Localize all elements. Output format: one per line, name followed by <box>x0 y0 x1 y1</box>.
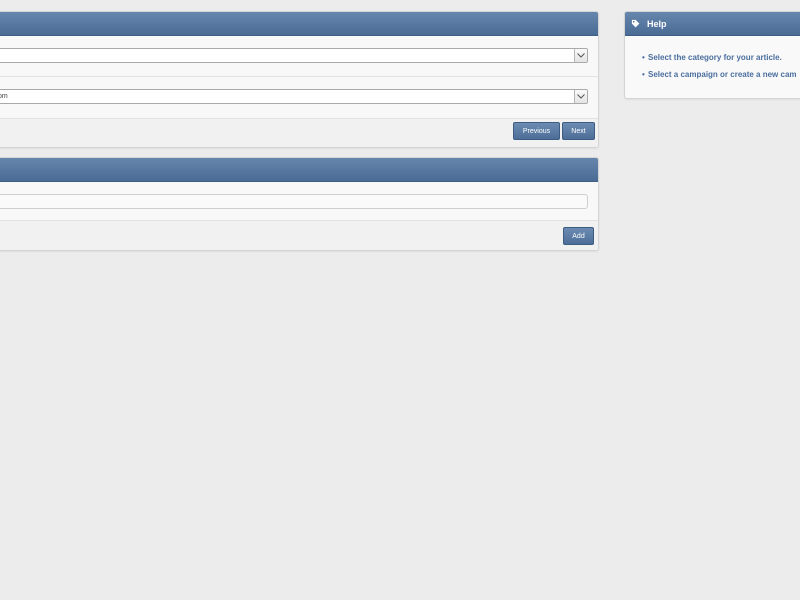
campaign-select[interactable]: om <box>0 89 588 104</box>
help-item-text: Select a campaign or create a new cam <box>648 70 797 79</box>
add-input-row <box>0 182 598 221</box>
help-title: Help <box>647 18 667 29</box>
add-panel: Add <box>0 157 599 251</box>
help-item-text: Select the category for your article. <box>648 53 782 62</box>
add-panel-header <box>0 158 598 182</box>
wizard-panel: om Previous Next <box>0 11 599 148</box>
help-item[interactable]: • Select the category for your article. <box>642 53 782 62</box>
category-row <box>0 36 598 77</box>
chevron-down-icon[interactable] <box>574 49 587 62</box>
next-button[interactable]: Next <box>562 122 595 140</box>
add-input[interactable] <box>0 194 588 209</box>
wizard-panel-header <box>0 12 598 36</box>
help-item[interactable]: • Select a campaign or create a new cam <box>642 70 797 79</box>
tag-icon <box>631 19 640 28</box>
help-panel-header: Help <box>625 12 800 36</box>
help-panel: Help • Select the category for your artic… <box>624 11 800 99</box>
category-select[interactable] <box>0 48 588 63</box>
campaign-row: om <box>0 77 598 119</box>
previous-button[interactable]: Previous <box>513 122 560 140</box>
chevron-down-icon[interactable] <box>574 90 587 103</box>
wizard-footer: Previous Next <box>0 119 598 147</box>
add-footer: Add <box>0 221 598 250</box>
add-button[interactable]: Add <box>563 227 594 245</box>
campaign-select-value: om <box>0 93 8 100</box>
